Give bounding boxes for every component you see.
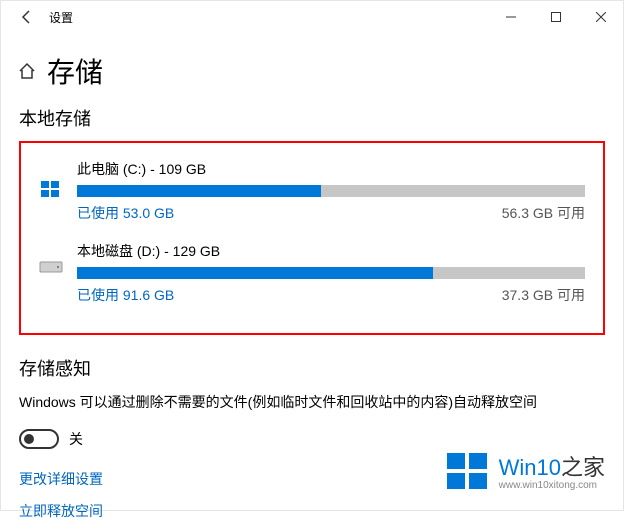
- drive-progress-fill: [77, 185, 321, 197]
- drive-progress-fill: [77, 267, 433, 279]
- maximize-icon[interactable]: [533, 1, 578, 33]
- drive-used[interactable]: 已使用 91.6 GB: [77, 285, 174, 305]
- watermark-brand: Win10之家: [499, 456, 605, 480]
- toggle-state-label: 关: [69, 429, 83, 449]
- drives-highlight-box: 此电脑 (C:) - 109 GB 已使用 53.0 GB 56.3 GB 可用…: [19, 141, 605, 335]
- drive-free: 37.3 GB 可用: [502, 285, 585, 305]
- page-title: 存储: [47, 51, 103, 91]
- minimize-icon[interactable]: [488, 1, 533, 33]
- drive-c[interactable]: 此电脑 (C:) - 109 GB 已使用 53.0 GB 56.3 GB 可用: [39, 159, 585, 223]
- page-header: 存储: [17, 51, 623, 91]
- storage-sense-toggle[interactable]: [19, 429, 59, 449]
- watermark-url: www.win10xitong.com: [499, 480, 605, 491]
- toggle-knob: [24, 434, 34, 444]
- window-controls: [488, 1, 623, 33]
- drive-name: 此电脑 (C:) - 109 GB: [77, 159, 585, 179]
- drive-progress: [77, 185, 585, 197]
- drive-free: 56.3 GB 可用: [502, 203, 585, 223]
- drive-d[interactable]: 本地磁盘 (D:) - 129 GB 已使用 91.6 GB 37.3 GB 可…: [39, 241, 585, 305]
- storage-sense-heading: 存储感知: [19, 355, 605, 381]
- local-storage-heading: 本地存储: [19, 105, 605, 131]
- drive-used[interactable]: 已使用 53.0 GB: [77, 203, 174, 223]
- window-title: 设置: [49, 9, 73, 26]
- close-icon[interactable]: [578, 1, 623, 33]
- windows-drive-icon: [39, 177, 63, 201]
- hdd-icon: [39, 259, 63, 283]
- home-icon[interactable]: [17, 61, 37, 81]
- storage-sense-description: Windows 可以通过删除不需要的文件(例如临时文件和回收站中的内容)自动释放…: [19, 391, 605, 413]
- watermark: Win10之家 www.win10xitong.com: [443, 447, 605, 500]
- titlebar: 设置: [1, 1, 623, 33]
- free-space-link[interactable]: 立即释放空间: [19, 501, 605, 521]
- drive-name: 本地磁盘 (D:) - 129 GB: [77, 241, 585, 261]
- win10-logo-icon: [443, 447, 491, 500]
- drive-progress: [77, 267, 585, 279]
- back-icon[interactable]: [11, 1, 43, 33]
